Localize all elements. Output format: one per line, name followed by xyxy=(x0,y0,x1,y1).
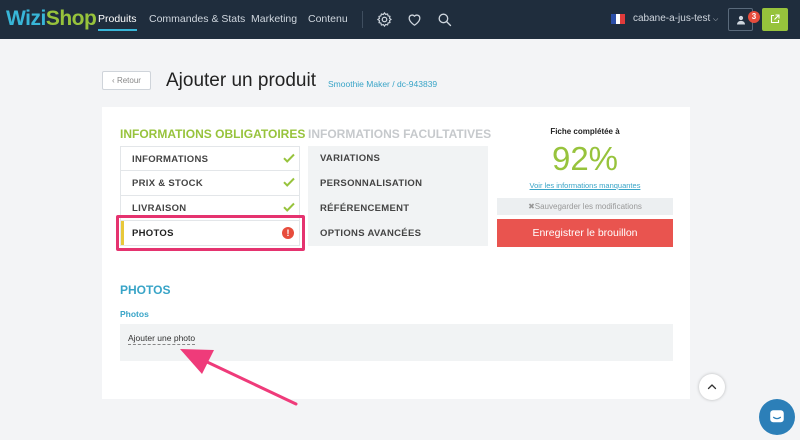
nav-contenu[interactable]: Contenu xyxy=(308,13,348,26)
scroll-to-top-button[interactable] xyxy=(699,374,725,400)
completion-label: Fiche complétée à xyxy=(550,127,620,136)
store-selector[interactable]: cabane-a-jus-test ⌵ xyxy=(633,13,718,24)
checkmark-icon xyxy=(283,153,295,163)
checkmark-icon xyxy=(283,202,295,212)
step-prix-stock[interactable]: PRIX & STOCK xyxy=(120,171,300,196)
save-modifications-button[interactable]: ✖Sauvegarder les modifications xyxy=(497,198,673,215)
chat-support-button[interactable] xyxy=(759,399,795,435)
step-referencement[interactable]: RÉFÉRENCEMENT xyxy=(308,196,488,221)
photo-upload-area xyxy=(120,324,673,361)
nav-produits[interactable]: Produits xyxy=(98,13,137,31)
photos-field-label: Photos xyxy=(120,309,149,319)
photos-step-highlight xyxy=(116,215,305,251)
notification-badge: 3 xyxy=(748,11,760,23)
external-link-icon xyxy=(770,14,780,24)
step-informations[interactable]: INFORMATIONS xyxy=(120,146,300,171)
optional-info-title: INFORMATIONS FACULTATIVES xyxy=(308,127,492,141)
chevron-left-icon: ‹ xyxy=(112,76,115,85)
french-flag-icon[interactable] xyxy=(611,14,626,24)
required-info-title: INFORMATIONS OBLIGATOIRES xyxy=(120,127,306,141)
heart-icon[interactable] xyxy=(406,11,423,28)
nav-divider xyxy=(362,11,363,28)
missing-info-link[interactable]: Voir les informations manquantes xyxy=(497,181,673,190)
nav-marketing[interactable]: Marketing xyxy=(251,13,297,26)
open-store-button[interactable] xyxy=(762,8,788,31)
add-photo-link[interactable]: Ajouter une photo xyxy=(128,333,196,345)
step-personnalisation[interactable]: PERSONNALISATION xyxy=(308,171,488,196)
optional-steps-list: VARIATIONS PERSONNALISATION RÉFÉRENCEMEN… xyxy=(308,146,488,246)
step-variations[interactable]: VARIATIONS xyxy=(308,146,488,171)
chevron-up-icon xyxy=(707,384,717,390)
photos-section-title: PHOTOS xyxy=(120,283,171,297)
back-button[interactable]: ‹ Retour xyxy=(102,71,151,90)
completion-percentage: 92% xyxy=(551,140,619,177)
chevron-down-icon: ⌵ xyxy=(713,16,719,23)
page-title: Ajouter un produit xyxy=(166,70,316,91)
user-icon xyxy=(737,15,745,25)
search-icon[interactable] xyxy=(436,11,453,28)
close-icon: ✖ xyxy=(528,202,535,211)
nav-commandes-stats[interactable]: Commandes & Stats xyxy=(149,13,245,26)
save-draft-button[interactable]: Enregistrer le brouillon xyxy=(497,219,673,247)
wizishop-logo[interactable]: WiziShop xyxy=(6,7,97,31)
gear-icon[interactable] xyxy=(376,11,393,28)
step-options-avancees[interactable]: OPTIONS AVANCÉES xyxy=(308,221,488,246)
chat-icon xyxy=(770,410,784,423)
top-navbar: WiziShop Produits Commandes & Stats Mark… xyxy=(0,0,800,39)
product-breadcrumb[interactable]: Smoothie Maker / dc-943839 xyxy=(328,79,437,89)
checkmark-icon xyxy=(283,177,295,187)
